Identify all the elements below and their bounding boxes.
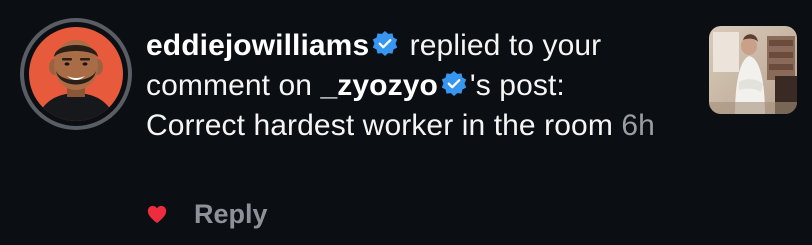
actor-username[interactable]: eddiejowilliams — [146, 29, 369, 62]
reply-button[interactable]: Reply — [194, 199, 268, 230]
verified-badge-icon — [372, 31, 398, 56]
timestamp: 6h — [621, 109, 655, 142]
notification-message: eddiejowilliams replied to your comment … — [146, 26, 666, 146]
heart-icon[interactable] — [146, 203, 168, 225]
notification-actions: Reply — [146, 196, 268, 232]
avatar[interactable] — [20, 18, 132, 130]
post-thumbnail[interactable] — [709, 26, 797, 114]
action-text: 's post: — [469, 69, 565, 102]
reply-text: Correct hardest worker in the room — [146, 109, 622, 142]
post-owner-username[interactable]: _zyozyo — [321, 69, 438, 102]
avatar-image — [29, 27, 123, 121]
verified-badge-icon — [441, 71, 467, 96]
post-thumbnail-image — [709, 26, 797, 114]
notification-item[interactable]: eddiejowilliams replied to your comment … — [0, 0, 812, 245]
